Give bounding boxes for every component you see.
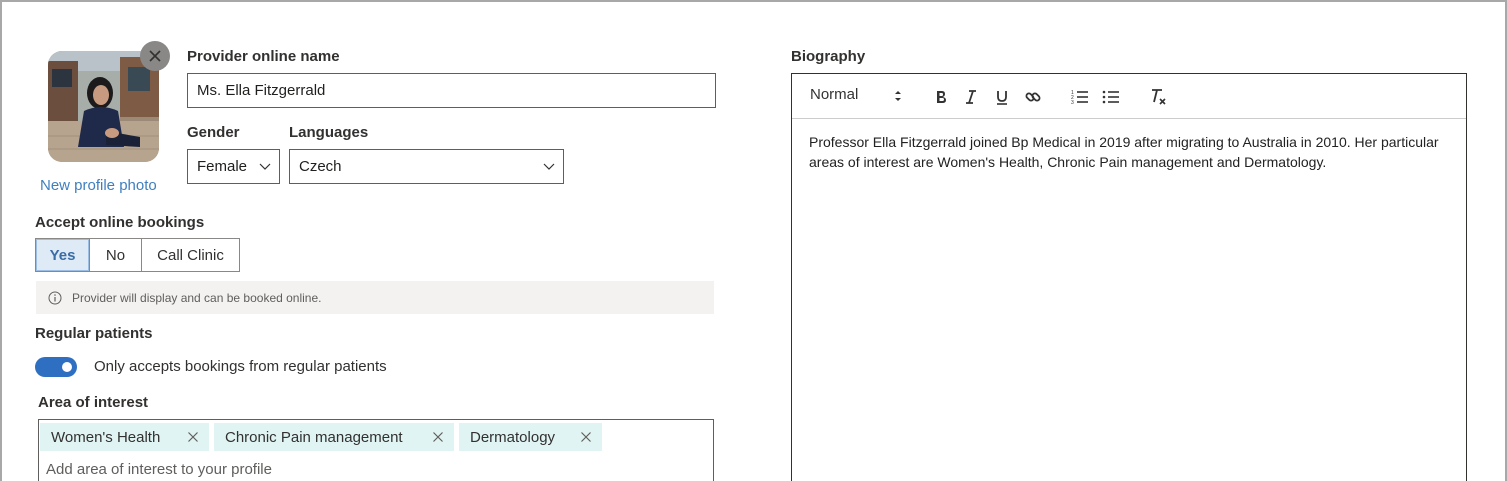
remove-photo-button[interactable] — [140, 41, 170, 71]
profile-photo — [48, 51, 159, 162]
chevron-down-icon — [259, 163, 271, 170]
svg-text:3: 3 — [1071, 100, 1074, 105]
tag-item: Chronic Pain management — [214, 423, 454, 451]
ordered-list-icon: 1 2 3 — [1071, 90, 1088, 105]
close-icon — [149, 50, 161, 62]
online-bookings-segmented-control: Yes No Call Clinic — [35, 238, 240, 272]
close-icon[interactable] — [432, 431, 444, 443]
regular-patients-toggle[interactable] — [35, 357, 77, 377]
close-icon[interactable] — [580, 431, 592, 443]
profile-photo-container — [48, 51, 159, 162]
online-name-value: Ms. Ella Fitzgerrald — [197, 82, 326, 99]
clear-format-icon — [1152, 89, 1166, 105]
link-button[interactable] — [1021, 85, 1045, 109]
clear-format-button[interactable] — [1147, 85, 1171, 109]
area-of-interest-label: Area of interest — [38, 394, 149, 411]
bullet-list-button[interactable] — [1099, 85, 1123, 109]
bullet-list-icon — [1102, 90, 1119, 104]
bookings-option-call-clinic[interactable]: Call Clinic — [142, 239, 239, 271]
tag-item: Dermatology — [459, 423, 602, 451]
bookings-info-text: Provider will display and can be booked … — [72, 290, 322, 305]
online-bookings-label: Accept online bookings — [35, 214, 205, 231]
languages-label: Languages — [289, 124, 369, 141]
area-of-interest-tag-input[interactable]: Women's Health Chronic Pain management D… — [38, 419, 714, 481]
bookings-option-yes[interactable]: Yes — [36, 239, 90, 271]
area-of-interest-placeholder: Add area of interest to your profile — [46, 461, 272, 478]
link-icon — [1025, 92, 1041, 102]
new-profile-photo-link[interactable]: New profile photo — [40, 177, 157, 194]
regular-patients-label: Regular patients — [35, 325, 153, 342]
bookings-info-bar: Provider will display and can be booked … — [36, 281, 714, 314]
languages-select[interactable]: Czech — [289, 149, 564, 184]
gender-select[interactable]: Female — [187, 149, 280, 184]
bold-button[interactable] — [929, 85, 953, 109]
bookings-option-no[interactable]: No — [90, 239, 142, 271]
up-down-chevron-icon[interactable] — [892, 88, 904, 104]
ordered-list-button[interactable]: 1 2 3 — [1068, 85, 1092, 109]
biography-editor: Normal 1 2 3 Professor Ella Fitzgerrald … — [791, 73, 1467, 481]
toggle-knob — [62, 362, 72, 372]
underline-icon — [997, 91, 1007, 105]
info-icon — [48, 291, 62, 304]
online-name-input[interactable]: Ms. Ella Fitzgerrald — [187, 73, 716, 108]
gender-value: Female — [197, 158, 248, 175]
biography-label: Biography — [791, 48, 866, 65]
tag-label: Dermatology — [470, 428, 556, 446]
tag-label: Women's Health — [51, 428, 161, 446]
format-select[interactable]: Normal — [810, 86, 858, 103]
italic-button[interactable] — [959, 85, 983, 109]
editor-toolbar: Normal 1 2 3 — [792, 74, 1466, 119]
tag-label: Chronic Pain management — [225, 428, 403, 446]
underline-button[interactable] — [990, 85, 1014, 109]
languages-value: Czech — [299, 158, 342, 175]
close-icon[interactable] — [187, 431, 199, 443]
gender-label: Gender — [187, 124, 240, 141]
tag-item: Women's Health — [40, 423, 209, 451]
online-name-label: Provider online name — [187, 48, 340, 65]
regular-patients-toggle-text: Only accepts bookings from regular patie… — [94, 358, 387, 375]
chevron-down-icon — [543, 163, 555, 170]
italic-icon — [966, 90, 976, 104]
biography-text[interactable]: Professor Ella Fitzgerrald joined Bp Med… — [809, 132, 1449, 172]
bold-icon — [937, 91, 946, 103]
